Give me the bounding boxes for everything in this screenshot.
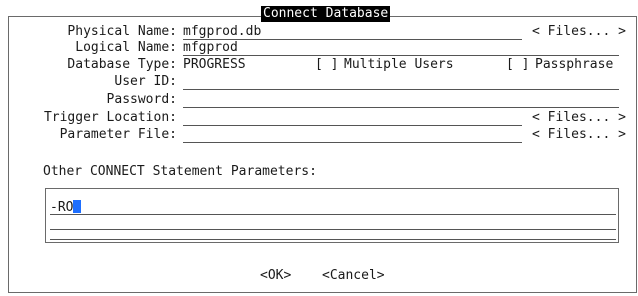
physical-name-label: Physical Name: [67, 24, 177, 39]
logical-name-label: Logical Name: [75, 40, 177, 55]
logical-name-field[interactable]: mfgprod [183, 40, 619, 56]
multiple-users-checkbox[interactable]: [ ] [315, 57, 338, 73]
other-params-line-1[interactable]: -RO [50, 200, 616, 215]
dialog-title: Connect Database [261, 6, 391, 22]
cancel-button[interactable]: <Cancel> [322, 268, 385, 284]
database-type-label: Database Type: [67, 57, 177, 72]
parameter-file-label: Parameter File: [59, 127, 177, 142]
trigger-location-files-button[interactable]: < Files... > [532, 110, 626, 126]
other-params-line-3[interactable] [50, 228, 616, 240]
text-cursor [73, 200, 82, 213]
user-id-field[interactable] [183, 74, 619, 90]
other-params-line-1-text: -RO [50, 200, 74, 215]
database-type-value[interactable]: PROGRESS [183, 57, 246, 73]
passphrase-label: Passphrase [535, 57, 614, 72]
parameter-file-field[interactable] [183, 127, 522, 143]
physical-name-files-button[interactable]: < Files... > [532, 24, 626, 40]
other-params-label: Other CONNECT Statement Parameters: [43, 164, 317, 179]
trigger-location-field[interactable] [183, 110, 522, 126]
ok-button[interactable]: <OK> [260, 268, 291, 284]
password-label: Password: [106, 92, 177, 107]
parameter-file-files-button[interactable]: < Files... > [532, 127, 626, 143]
other-params-editor[interactable]: -RO [45, 188, 619, 243]
password-field[interactable] [183, 92, 619, 108]
multiple-users-label: Multiple Users [344, 57, 454, 72]
passphrase-checkbox[interactable]: [ ] [506, 57, 529, 73]
trigger-location-label: Trigger Location: [43, 110, 177, 125]
physical-name-field[interactable]: mfgprod.db [183, 24, 522, 40]
user-id-label: User ID: [114, 74, 177, 89]
